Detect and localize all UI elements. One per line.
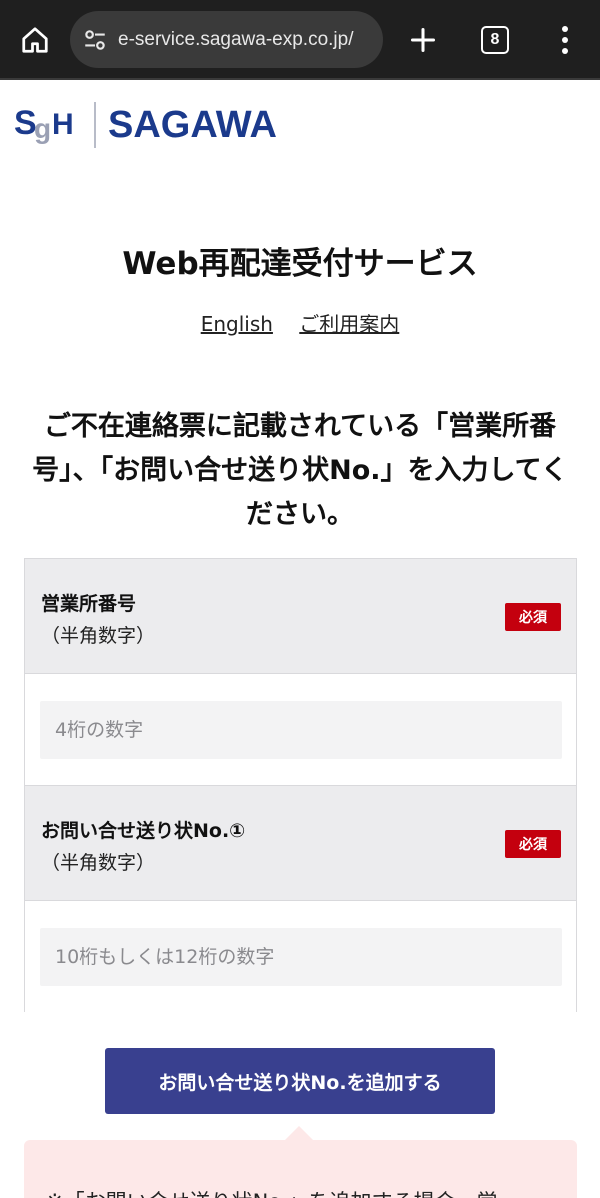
required-badge: 必須 xyxy=(505,830,561,858)
note-callout-arrow xyxy=(284,1126,314,1141)
tracking-number-body xyxy=(25,901,576,1012)
tracking-number-header: お問い合せ送り状No.① （半角数字） 必須 xyxy=(25,786,576,901)
home-icon xyxy=(22,27,48,53)
sgh-logo-mark: S g H xyxy=(14,104,74,144)
home-button[interactable] xyxy=(14,20,56,60)
tracking-number-input[interactable] xyxy=(40,928,562,986)
tracking-number-sublabel: （半角数字） xyxy=(41,852,156,874)
url-text: e-service.sagawa-exp.co.jp/ xyxy=(118,28,354,50)
office-number-input[interactable] xyxy=(40,701,562,759)
guide-link[interactable]: ご利用案内 xyxy=(299,312,399,336)
menu-dot-icon xyxy=(562,48,568,54)
menu-dot-icon xyxy=(562,26,568,32)
header-links: English ご利用案内 xyxy=(0,308,600,337)
sagawa-logo[interactable]: S g H SAGAWA xyxy=(14,100,277,150)
instruction-text: ご不在連絡票に記載されている「営業所番号」、「お問い合せ送り状No.」を入力して… xyxy=(32,411,568,530)
tracking-number-label: お問い合せ送り状No.① xyxy=(41,820,246,842)
new-tab-button[interactable] xyxy=(404,21,442,59)
svg-text:g: g xyxy=(34,113,51,144)
office-number-label: 営業所番号 xyxy=(41,593,137,615)
plus-icon xyxy=(410,27,436,53)
add-tracking-number-button[interactable]: お問い合せ送り状No.を追加する xyxy=(105,1048,495,1114)
office-number-header: 営業所番号 （半角数字） 必須 xyxy=(25,559,576,674)
site-settings-icon[interactable] xyxy=(82,27,108,53)
more-menu-button[interactable] xyxy=(550,22,580,58)
address-bar[interactable]: e-service.sagawa-exp.co.jp/ xyxy=(70,11,383,68)
tab-switcher-button[interactable]: 8 xyxy=(481,26,509,54)
svg-text:H: H xyxy=(52,108,74,141)
required-badge: 必須 xyxy=(505,603,561,631)
page-title: Web再配達受付サービス xyxy=(122,246,478,282)
logo-divider xyxy=(94,102,96,148)
browser-toolbar: e-service.sagawa-exp.co.jp/ 8 xyxy=(0,0,600,80)
office-number-body xyxy=(25,674,576,786)
english-link[interactable]: English xyxy=(201,312,273,336)
note-callout: ※「お問い合せ送り状No.」を追加する場合、営 xyxy=(24,1140,577,1198)
note-text: ※「お問い合せ送り状No.」を追加する場合、営 xyxy=(46,1186,497,1198)
redelivery-form: 営業所番号 （半角数字） 必須 お問い合せ送り状No.① （半角数字） 必須 xyxy=(24,558,577,1012)
office-number-sublabel: （半角数字） xyxy=(41,625,156,647)
logo-text: SAGAWA xyxy=(108,103,277,146)
menu-dot-icon xyxy=(562,37,568,43)
